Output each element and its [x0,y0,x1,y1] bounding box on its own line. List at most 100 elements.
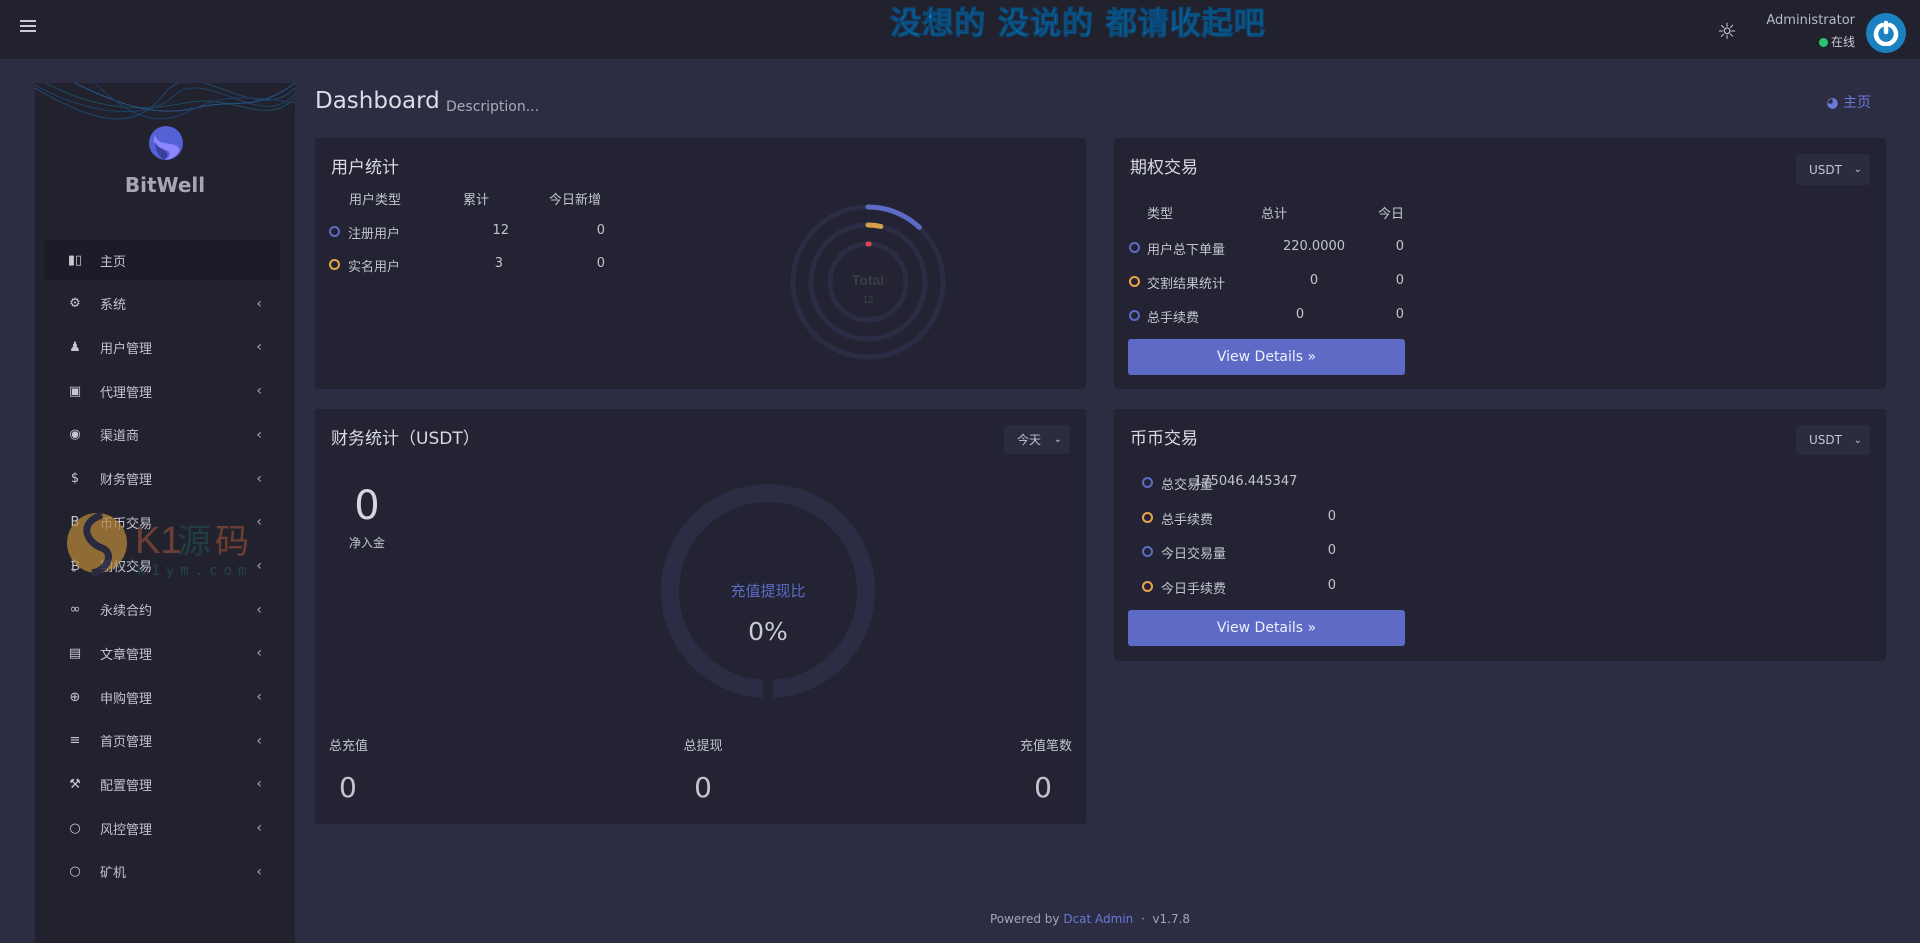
legend-dot-icon [1129,276,1140,287]
col-header: 今日 [1378,203,1404,222]
row-today: 0 [565,223,605,238]
finance-stats-card: 财务统计（USDT） 今天⌄ 0 净入金 充值提现比 0% 总充值 总提现 充值… [315,409,1086,824]
id-card-icon: ▣ [64,384,86,399]
chevron-left-icon: ‹ [256,864,262,880]
svg-text:源: 源 [177,522,211,562]
avatar[interactable] [1866,13,1906,53]
footer: Powered by Dcat Admin · v1.7.8 [0,912,1920,926]
sidebar-item-label: 渠道商 [100,425,256,444]
item-value: 0 [1194,578,1336,593]
svg-text:k1ym.com: k1ym.com [137,563,252,579]
donut-value: 12 [862,295,874,306]
row-label: 实名用户 [348,256,400,275]
user-status-text: 在线 [1831,35,1855,49]
footer-sep: · [1141,912,1145,926]
sidebar-item-label: 代理管理 [100,382,256,401]
col-header: 总计 [1261,203,1287,222]
sidebar-item[interactable]: ▤文章管理‹ [44,633,280,673]
user-name[interactable]: Administrator [1766,13,1855,28]
user-radial-chart: Total 12 [788,202,948,362]
brand-name: BitWell [35,173,295,197]
item-value: 175046.445347 [1194,474,1297,489]
link-icon: ∞ [64,602,86,617]
dashboard-icon: ◕ [1826,95,1843,111]
legend-dot-icon [1142,477,1153,488]
dollar-icon: $ [64,471,86,486]
chevron-left-icon: ‹ [256,602,262,618]
stat-value: 0 [663,771,743,804]
chevron-left-icon: ‹ [256,820,262,836]
breadcrumb-label: 主页 [1843,95,1871,111]
legend-dot-icon [329,226,340,237]
theme-toggle-sun-icon[interactable]: ☼ [1713,19,1741,47]
deposit-withdraw-ratio-gauge: 充值提现比 0% [660,483,876,699]
col-header: 今日新增 [549,189,601,208]
card-title: 财务统计（USDT） [331,424,480,449]
card-title: 用户统计 [331,153,399,178]
sidebar-item[interactable]: ○ 风控管理‹ [44,808,280,848]
stat-label: 充值笔数 [1020,735,1072,754]
sidebar-item[interactable]: ⚙系统‹ [44,284,280,324]
spot-trade-card: 币币交易 USDT⌄ 总交易量 175046.445347 总手续费 0 今日交… [1114,409,1886,661]
currency-select[interactable]: USDT⌄ [1796,154,1870,185]
sidebar-item-label: 财务管理 [100,469,256,488]
sidebar-item[interactable]: $财务管理‹ [44,459,280,499]
sidebar-item[interactable]: ▣ 代理管理‹ [44,371,280,411]
legend-dot-icon [1129,310,1140,321]
chevron-down-icon: ⌄ [1854,435,1862,446]
dcat-admin-link[interactable]: Dcat Admin [1063,912,1133,926]
sidebar-item[interactable]: ♟用户管理‹ [44,327,280,367]
view-details-button[interactable]: View Details » [1128,339,1405,375]
chevron-left-icon: ‹ [256,296,262,312]
chevron-left-icon: ‹ [256,383,262,399]
sidebar-item-label: 主页 [100,251,280,270]
col-header: 累计 [463,189,489,208]
circle-icon: ○ [64,821,86,836]
row-total: 0 [1274,307,1354,322]
sidebar-item[interactable]: ⊕申购管理‹ [44,677,280,717]
ring-arc-verified [868,225,881,226]
footer-text: Powered by [990,912,1060,926]
sidebar-item[interactable]: ◉渠道商‹ [44,415,280,455]
sidebar-item[interactable]: ▮▯主页 [44,240,280,280]
sidebar-item[interactable]: ∞ 永续合约‹ [44,590,280,630]
period-select[interactable]: 今天 ⌄ [1004,425,1070,454]
sidebar-item-label: 文章管理 [100,644,256,663]
legend-dot-icon [1142,581,1153,592]
stat-value: 0 [1034,771,1052,804]
chevron-down-icon: ⌄ [1054,434,1062,445]
header-slogan: 没想的 没说的 都请收起吧 [0,0,1920,43]
wrench-icon: ⚒ [64,777,86,792]
row-today: 0 [1364,307,1404,322]
chevron-left-icon: ‹ [256,339,262,355]
sidebar-item-label: 矿机 [100,862,256,881]
gauge-value: 0% [748,617,788,646]
chevron-left-icon: ‹ [256,776,262,792]
svg-text:码: 码 [215,522,249,562]
row-total: 220.0000 [1274,239,1354,254]
currency-select[interactable]: USDT⌄ [1796,425,1870,455]
net-deposit-value: 0 [327,483,407,529]
stat-value: 0 [339,771,357,804]
sidebar-item[interactable]: ≡首页管理‹ [44,721,280,761]
item-value: 0 [1194,543,1336,558]
chevron-left-icon: ‹ [256,733,262,749]
options-trade-card: 期权交易 USDT⌄ 类型 总计 今日 用户总下单量 220.0000 0 交割… [1114,138,1886,389]
user-stats-card: 用户统计 用户类型 累计 今日新增 注册用户 12 0 实名用户 3 0 Tot… [315,138,1086,389]
power-icon [1873,20,1899,46]
net-deposit-label: 净入金 [327,534,407,551]
col-header: 类型 [1147,203,1173,222]
sidebar-item-label: 风控管理 [100,819,256,838]
select-value: 今天 [1017,431,1041,448]
row-label: 总手续费 [1147,307,1199,326]
sidebar-item[interactable]: ○矿机‹ [44,852,280,892]
gauge-label: 充值提现比 [730,582,805,600]
view-details-button[interactable]: View Details » [1128,610,1405,646]
sidebar-item[interactable]: ⚒配置管理‹ [44,764,280,804]
row-total: 12 [465,223,509,238]
legend-dot-icon [1129,242,1140,253]
newspaper-icon: ▤ [64,646,86,661]
breadcrumb-home[interactable]: ◕ 主页 [1826,92,1871,112]
sidebar-item-label: 永续合约 [100,600,256,619]
item-value: 0 [1194,509,1336,524]
